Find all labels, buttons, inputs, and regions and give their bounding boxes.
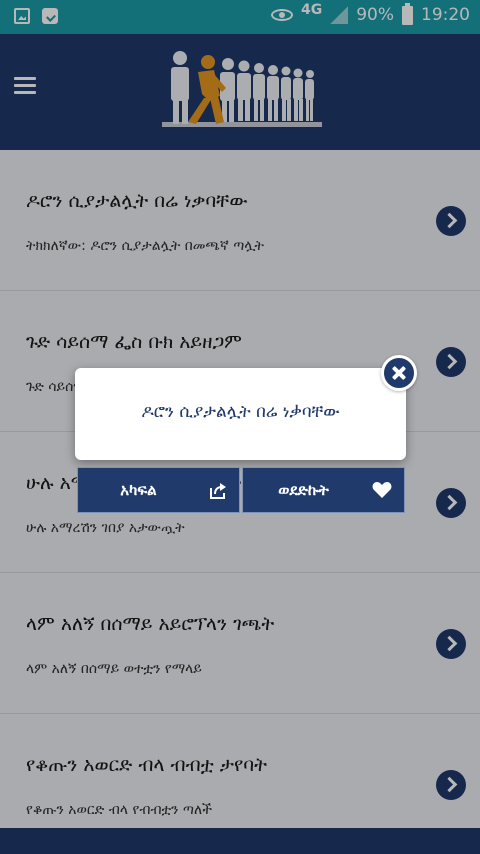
dialog-text: ዶሮን ሲያታልሏት በሬ ነቃባቸው <box>141 402 340 422</box>
favorite-button[interactable]: ወደድኩት <box>242 467 405 513</box>
share-button[interactable]: አካፍል <box>77 467 240 513</box>
favorite-button-label: ወደድኩት <box>278 481 329 499</box>
proverb-dialog: ዶሮን ሲያታልሏት በሬ ነቃባቸው <box>75 368 406 460</box>
share-icon <box>210 483 226 499</box>
share-button-label: አካፍል <box>120 481 157 499</box>
close-icon[interactable] <box>381 355 417 391</box>
heart-icon <box>372 482 392 498</box>
